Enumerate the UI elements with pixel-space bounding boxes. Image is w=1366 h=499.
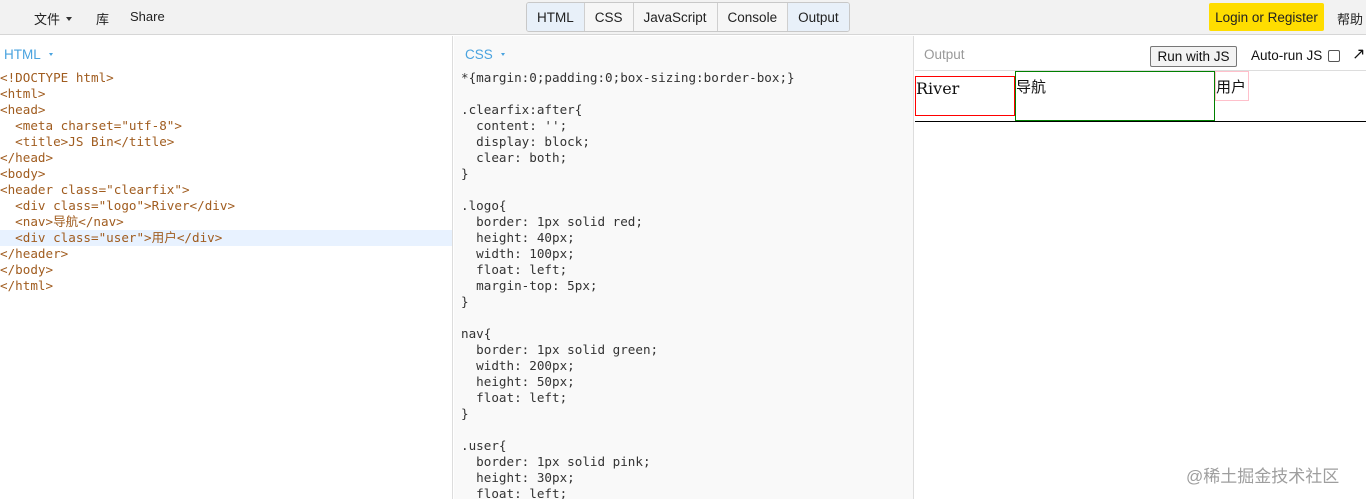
html-code-editor[interactable]: <!DOCTYPE html> <html> <head> <meta char… bbox=[0, 70, 452, 294]
autorun-js-label: Auto-run JS bbox=[1251, 48, 1323, 63]
code-line: </body> bbox=[0, 262, 54, 277]
css-panel-label-text: CSS bbox=[465, 47, 493, 62]
toggle-javascript[interactable]: JavaScript bbox=[634, 3, 718, 31]
code-line: .logo{ bbox=[461, 198, 507, 213]
code-line: margin-top: 5px; bbox=[461, 278, 598, 293]
share-menu-label: Share bbox=[130, 9, 165, 24]
css-editor-panel: CSS *{margin:0;padding:0;box-sizing:bord… bbox=[454, 36, 914, 499]
html-panel-label[interactable]: HTML bbox=[4, 47, 53, 62]
code-line: clear: both; bbox=[461, 150, 568, 165]
code-line: <nav>导航</nav> bbox=[0, 214, 124, 229]
code-line-active: <div class="user">用户</div> bbox=[0, 230, 452, 246]
popout-icon[interactable]: ↗ bbox=[1352, 44, 1365, 64]
code-line: display: block; bbox=[461, 134, 590, 149]
code-line: </html> bbox=[0, 278, 54, 293]
code-line: height: 50px; bbox=[461, 374, 575, 389]
code-line: .user{ bbox=[461, 438, 507, 453]
code-line: .clearfix:after{ bbox=[461, 102, 583, 117]
file-menu[interactable]: 文件 bbox=[34, 9, 73, 28]
code-line: float: left; bbox=[461, 486, 568, 499]
panel-toggle-group: HTML CSS JavaScript Console Output bbox=[526, 2, 850, 32]
rendered-user: 用户 bbox=[1215, 71, 1249, 101]
output-panel: Output Run with JS Auto-run JS ↗ River 导… bbox=[915, 36, 1366, 499]
toggle-html[interactable]: HTML bbox=[527, 3, 585, 31]
autorun-checkbox[interactable] bbox=[1328, 49, 1341, 62]
code-line: height: 30px; bbox=[461, 470, 575, 485]
html-editor-panel: HTML <!DOCTYPE html> <html> <head> <meta… bbox=[0, 36, 453, 499]
css-code-editor[interactable]: *{margin:0;padding:0;box-sizing:border-b… bbox=[461, 70, 911, 499]
html-panel-label-text: HTML bbox=[4, 47, 41, 62]
login-register-button[interactable]: Login or Register bbox=[1209, 3, 1324, 31]
code-line: width: 100px; bbox=[461, 246, 575, 261]
code-line: </header> bbox=[0, 246, 69, 261]
toggle-output[interactable]: Output bbox=[788, 3, 849, 31]
code-line: float: left; bbox=[461, 390, 568, 405]
code-line: border: 1px solid pink; bbox=[461, 454, 651, 469]
code-line: } bbox=[461, 166, 469, 181]
code-line: height: 40px; bbox=[461, 230, 575, 245]
code-line: *{margin:0;padding:0;box-sizing:border-b… bbox=[461, 70, 795, 85]
code-line: <!DOCTYPE html> bbox=[0, 70, 114, 85]
run-with-js-button[interactable]: Run with JS bbox=[1150, 46, 1237, 67]
autorun-js-toggle[interactable]: Auto-run JS bbox=[1251, 48, 1341, 63]
share-menu[interactable]: Share bbox=[130, 9, 165, 24]
code-line: } bbox=[461, 406, 469, 421]
toggle-css[interactable]: CSS bbox=[585, 3, 634, 31]
top-toolbar: 文件 库 Share HTML CSS JavaScript Console O… bbox=[0, 0, 1366, 35]
help-menu[interactable]: 帮助 bbox=[1337, 9, 1363, 28]
code-line: float: left; bbox=[461, 262, 568, 277]
code-line: <title>JS Bin</title> bbox=[0, 134, 175, 149]
code-line: <header class="clearfix"> bbox=[0, 182, 190, 197]
chevron-down-icon bbox=[500, 53, 505, 56]
chevron-down-icon bbox=[66, 16, 73, 21]
code-line: content: ''; bbox=[461, 118, 568, 133]
rendered-logo: River bbox=[915, 76, 1015, 116]
code-line: <head> bbox=[0, 102, 46, 117]
code-line: <html> bbox=[0, 86, 46, 101]
code-line: <div class="logo">River</div> bbox=[0, 198, 236, 213]
library-menu-label: 库 bbox=[96, 12, 110, 27]
rendered-nav: 导航 bbox=[1015, 71, 1215, 121]
code-line: <body> bbox=[0, 166, 46, 181]
code-line: border: 1px solid red; bbox=[461, 214, 643, 229]
code-line: border: 1px solid green; bbox=[461, 342, 659, 357]
watermark: @稀土掘金技术社区 bbox=[1186, 467, 1340, 486]
code-line: nav{ bbox=[461, 326, 492, 341]
css-panel-label[interactable]: CSS bbox=[465, 47, 505, 62]
code-line: width: 200px; bbox=[461, 358, 575, 373]
toggle-console[interactable]: Console bbox=[718, 3, 789, 31]
code-line: } bbox=[461, 294, 469, 309]
rendered-header: River 导航 用户 bbox=[915, 70, 1366, 122]
file-menu-label: 文件 bbox=[34, 12, 61, 27]
chevron-down-icon bbox=[48, 53, 53, 56]
output-panel-label: Output bbox=[924, 47, 965, 62]
library-menu[interactable]: 库 bbox=[96, 9, 109, 28]
code-line: </head> bbox=[0, 150, 54, 165]
code-line: <meta charset="utf-8"> bbox=[0, 118, 182, 133]
